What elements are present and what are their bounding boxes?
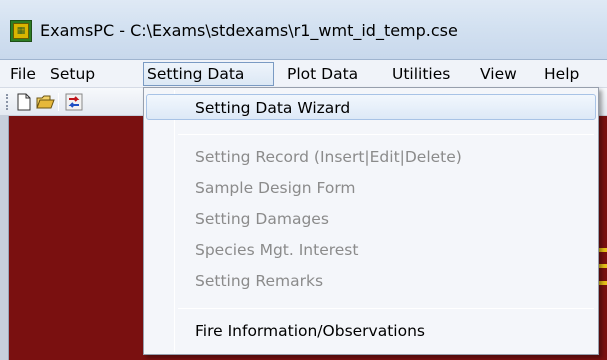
refresh-arrows-icon[interactable] xyxy=(64,92,84,112)
menu-setup[interactable]: Setup xyxy=(46,62,99,86)
menu-view[interactable]: View xyxy=(476,62,521,86)
dropdown-separator xyxy=(178,308,594,309)
dropdown-separator xyxy=(178,134,594,135)
setting-data-dropdown: Setting Data Wizard Setting Record (Inse… xyxy=(143,87,599,355)
toolbar-grip[interactable] xyxy=(6,94,9,110)
window-title: ExamsPC - C:\Exams\stdexams\r1_wmt_id_te… xyxy=(40,21,458,40)
menu-item-setting-record[interactable]: Setting Record (Insert|Edit|Delete) xyxy=(146,143,596,169)
menu-utilities[interactable]: Utilities xyxy=(388,62,454,86)
menu-item-setting-data-wizard[interactable]: Setting Data Wizard xyxy=(146,94,596,120)
menu-item-sample-design-form[interactable]: Sample Design Form xyxy=(146,174,596,200)
menu-plot-data[interactable]: Plot Data xyxy=(283,62,362,86)
menu-item-fire-information[interactable]: Fire Information/Observations xyxy=(146,317,596,343)
new-file-icon[interactable] xyxy=(14,92,34,112)
open-folder-icon[interactable] xyxy=(35,92,55,112)
menu-help[interactable]: Help xyxy=(540,62,583,86)
menu-file[interactable]: File xyxy=(6,62,40,86)
toolbar-separator xyxy=(58,93,59,111)
menu-item-setting-remarks[interactable]: Setting Remarks xyxy=(146,267,596,293)
menu-setting-data[interactable]: Setting Data xyxy=(143,62,274,86)
left-panel-strip xyxy=(0,116,9,360)
menu-item-species-mgt-interest[interactable]: Species Mgt. Interest xyxy=(146,236,596,262)
exams-app-icon[interactable]: ▦ xyxy=(10,20,32,42)
title-bar: ▦ ExamsPC - C:\Exams\stdexams\r1_wmt_id_… xyxy=(0,0,607,60)
menu-item-setting-damages[interactable]: Setting Damages xyxy=(146,205,596,231)
menu-bar: File Setup Setting Data Plot Data Utilit… xyxy=(0,60,607,88)
